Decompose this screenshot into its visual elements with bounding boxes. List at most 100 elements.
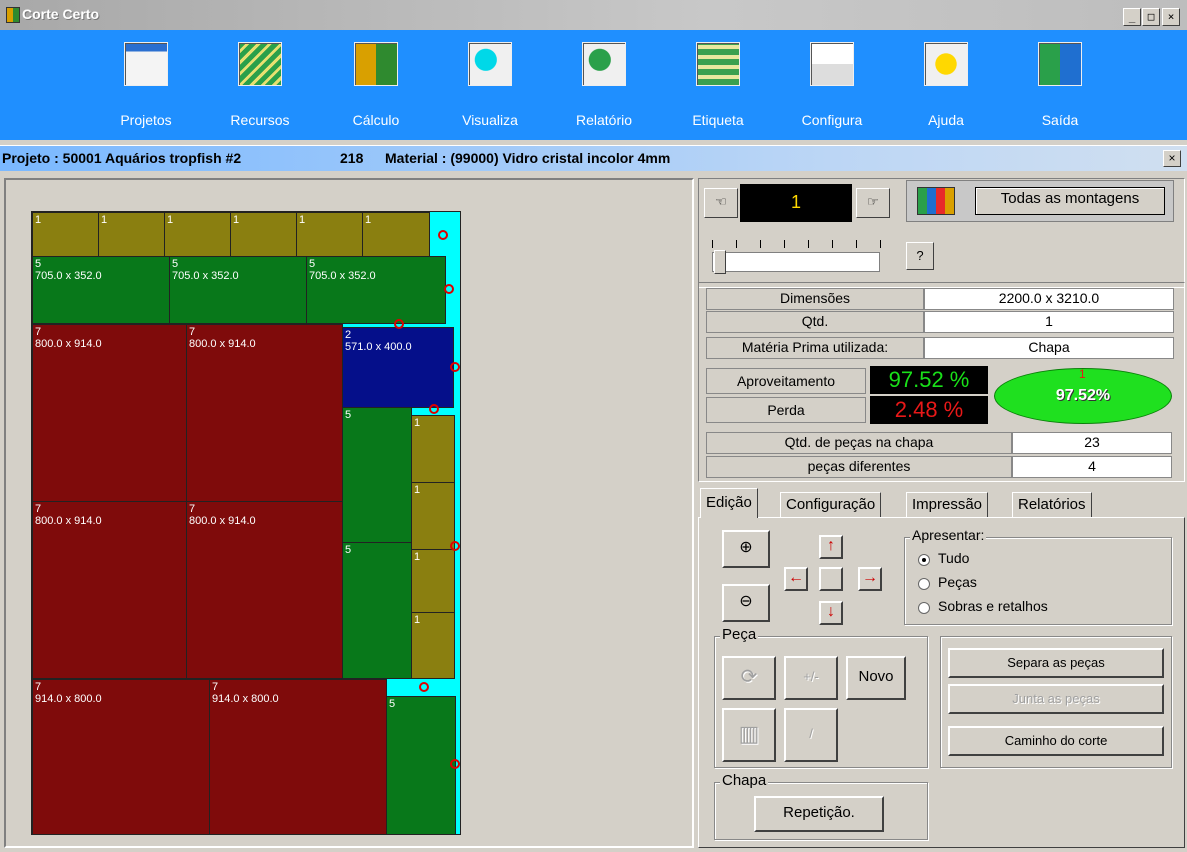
label-icon bbox=[696, 42, 740, 86]
app-logo-icon bbox=[6, 7, 20, 23]
close-button[interactable]: × bbox=[1162, 8, 1180, 26]
toolbar-ajuda[interactable]: Ajuda bbox=[900, 34, 992, 134]
piece-7[interactable]: 7 800.0 x 914.0 bbox=[32, 324, 187, 502]
toolbar-calculo[interactable]: Cálculo bbox=[330, 34, 422, 134]
piece-7[interactable]: 7 800.0 x 914.0 bbox=[32, 501, 187, 679]
cut-marker-icon[interactable] bbox=[450, 541, 460, 551]
piece-1[interactable]: 1 bbox=[362, 212, 430, 257]
cut-marker-icon[interactable] bbox=[394, 319, 404, 329]
piece-7[interactable]: 7 914.0 x 800.0 bbox=[209, 679, 387, 835]
cut-marker-icon[interactable] bbox=[438, 230, 448, 240]
help-button[interactable]: ? bbox=[906, 242, 934, 270]
radio-sobras[interactable] bbox=[918, 602, 930, 614]
arrow-down-button[interactable]: ↓ bbox=[819, 601, 843, 625]
diferentes-value: 4 bbox=[1012, 456, 1172, 478]
piece-2[interactable]: 2 571.0 x 400.0 bbox=[342, 327, 454, 408]
radio-tudo-label: Tudo bbox=[938, 550, 970, 566]
arrow-left-button[interactable]: ← bbox=[784, 567, 808, 591]
piece-5[interactable]: 5 bbox=[342, 542, 412, 679]
toolbar-recursos[interactable]: Recursos bbox=[214, 34, 306, 134]
toolbar-label: Recursos bbox=[230, 112, 290, 128]
materia-label: Matéria Prima utilizada: bbox=[706, 337, 924, 359]
tab-relatorios[interactable]: Relatórios bbox=[1012, 492, 1092, 518]
montagens-grid-icon bbox=[917, 187, 955, 215]
piece-5[interactable]: 5 705.0 x 352.0 bbox=[306, 256, 446, 324]
separa-button[interactable]: Separa as peças bbox=[948, 648, 1164, 678]
toolbar-label: Cálculo bbox=[352, 112, 400, 128]
calc-doc-icon bbox=[354, 42, 398, 86]
toolbar-label: Relatório bbox=[575, 112, 633, 128]
chapa-label: Chapa bbox=[720, 772, 769, 789]
piece-7[interactable]: 7 914.0 x 800.0 bbox=[32, 679, 210, 835]
tab-configuracao[interactable]: Configuração bbox=[780, 492, 882, 518]
piece-1[interactable]: 1 bbox=[164, 212, 231, 257]
arrow-center-button[interactable] bbox=[819, 567, 843, 591]
slash-button[interactable]: / bbox=[784, 708, 838, 762]
toolbar-etiqueta[interactable]: Etiqueta bbox=[672, 34, 764, 134]
todas-montagens-button[interactable]: Todas as montagens bbox=[975, 187, 1165, 215]
arrow-up-button[interactable]: ↑ bbox=[819, 535, 843, 559]
main-toolbar: Projetos Recursos Cálculo Visualiza Rela… bbox=[0, 30, 1187, 140]
novo-button[interactable]: Novo bbox=[846, 656, 906, 700]
exit-icon bbox=[1038, 42, 1082, 86]
calculator-icon bbox=[124, 42, 168, 86]
qtd-value: 1 bbox=[924, 311, 1174, 333]
toolbar-configura[interactable]: Configura bbox=[786, 34, 878, 134]
piece-5[interactable]: 5 bbox=[386, 696, 456, 835]
piece-1[interactable]: 1 bbox=[411, 549, 455, 617]
slider-thumb[interactable] bbox=[714, 250, 726, 274]
prev-hand-icon[interactable]: ☜ bbox=[704, 188, 738, 218]
plusminus-button[interactable]: +/- bbox=[784, 656, 838, 700]
delete-piece-button[interactable]: ▥ bbox=[722, 708, 776, 762]
arrow-right-button[interactable]: → bbox=[858, 567, 882, 591]
toolbar-relatorio[interactable]: Relatório bbox=[558, 34, 650, 134]
piece-5[interactable]: 5 705.0 x 352.0 bbox=[32, 256, 170, 324]
tab-edicao[interactable]: Edição bbox=[700, 488, 758, 518]
radio-sobras-label: Sobras e retalhos bbox=[938, 598, 1048, 614]
piece-1[interactable]: 1 bbox=[32, 212, 99, 257]
piece-7[interactable]: 7 800.0 x 914.0 bbox=[186, 324, 343, 502]
radio-tudo[interactable] bbox=[918, 554, 930, 566]
montagem-slider[interactable] bbox=[712, 240, 882, 274]
cutting-sheet[interactable]: 1 1 1 1 1 1 5 705.0 x 352.0 5 705.0 x 352.… bbox=[31, 211, 461, 835]
cut-marker-icon[interactable] bbox=[450, 362, 460, 372]
piece-5[interactable]: 5 705.0 x 352.0 bbox=[169, 256, 307, 324]
radio-pecas[interactable] bbox=[918, 578, 930, 590]
cut-marker-icon[interactable] bbox=[444, 284, 454, 294]
project-number: 218 bbox=[340, 150, 364, 166]
toolbar-label: Configura bbox=[801, 112, 863, 128]
zoom-in-button[interactable]: ⊕ bbox=[722, 530, 770, 568]
perda-value: 2.48 % bbox=[870, 396, 988, 424]
pecas-value: 23 bbox=[1012, 432, 1172, 454]
piece-1[interactable]: 1 bbox=[411, 415, 455, 483]
toolbar-label: Visualiza bbox=[462, 112, 518, 128]
piece-1[interactable]: 1 bbox=[411, 482, 455, 550]
cut-marker-icon[interactable] bbox=[450, 759, 460, 769]
tab-impressao[interactable]: Impressão bbox=[906, 492, 989, 518]
zoom-out-button[interactable]: ⊖ bbox=[722, 584, 770, 622]
cut-marker-icon[interactable] bbox=[419, 682, 429, 692]
piece-1[interactable]: 1 bbox=[411, 612, 455, 679]
toolbar-projetos[interactable]: Projetos bbox=[100, 34, 192, 134]
cut-marker-icon[interactable] bbox=[429, 404, 439, 414]
trash-icon: ▥ bbox=[738, 721, 760, 746]
toolbar-visualiza[interactable]: Visualiza bbox=[444, 34, 536, 134]
caminho-button[interactable]: Caminho do corte bbox=[948, 726, 1164, 756]
piece-5[interactable]: 5 bbox=[342, 407, 412, 543]
pie-value: 97.52% bbox=[1055, 387, 1111, 404]
maximize-button[interactable]: □ bbox=[1142, 8, 1160, 26]
project-close-button[interactable]: × bbox=[1163, 150, 1181, 167]
junta-button[interactable]: Junta as peças bbox=[948, 684, 1164, 714]
piece-1[interactable]: 1 bbox=[98, 212, 165, 257]
toolbar-saida[interactable]: Saída bbox=[1014, 34, 1106, 134]
next-hand-icon[interactable]: ☞ bbox=[856, 188, 890, 218]
materia-value: Chapa bbox=[924, 337, 1174, 359]
repeticao-button[interactable]: Repetição. bbox=[754, 796, 884, 832]
piece-7[interactable]: 7 800.0 x 914.0 bbox=[186, 501, 343, 679]
piece-1[interactable]: 1 bbox=[230, 212, 297, 257]
rotate-button[interactable]: ⟳ bbox=[722, 656, 776, 700]
minimize-button[interactable]: _ bbox=[1123, 8, 1141, 26]
piece-1[interactable]: 1 bbox=[296, 212, 363, 257]
zoom-in-icon: ⊕ bbox=[739, 539, 753, 556]
montagem-counter: 1 bbox=[740, 184, 852, 222]
